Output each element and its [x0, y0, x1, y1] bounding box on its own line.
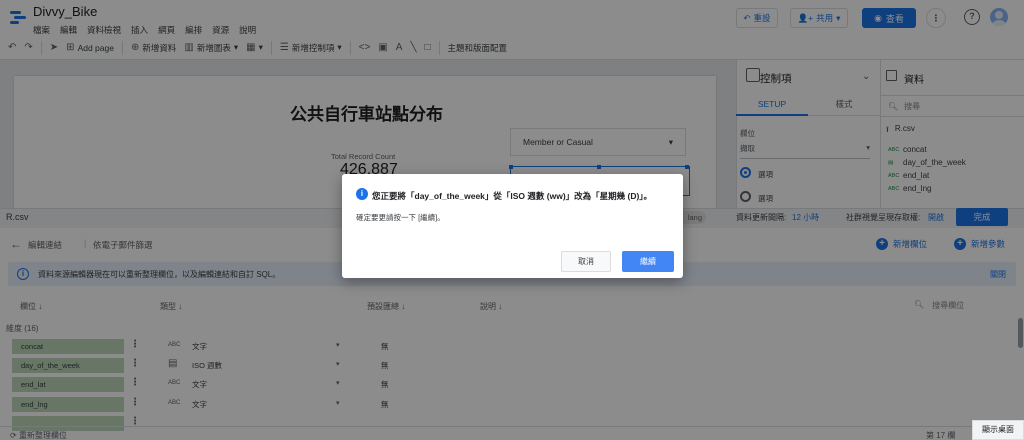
cancel-button[interactable]: 取消	[561, 251, 611, 272]
info-icon: i	[356, 188, 368, 200]
continue-button[interactable]: 繼續	[622, 251, 674, 272]
dialog-title: 您正要將「day_of_the_week」從「ISO 週數 (ww)」改為「星期…	[372, 191, 653, 201]
dialog-body: 確定要更請按一下 [繼續]。	[356, 213, 445, 222]
show-desktop-button[interactable]: 顯示桌面	[972, 420, 1024, 440]
